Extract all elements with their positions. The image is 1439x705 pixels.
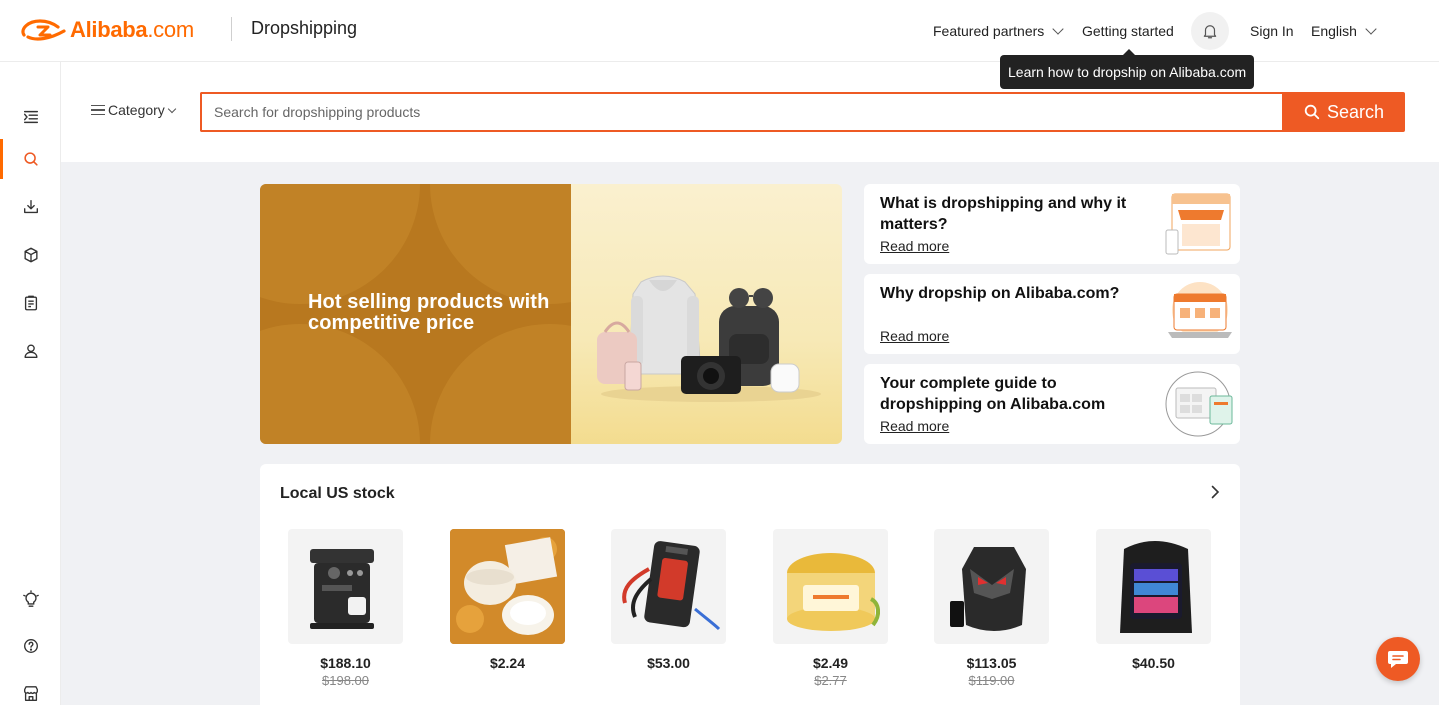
product-original-price: $119.00	[968, 673, 1015, 688]
info-card-complete-guide[interactable]: Your complete guide to dropshipping on A…	[864, 364, 1240, 444]
notifications-button[interactable]	[1191, 0, 1229, 62]
chevron-down-icon	[1365, 23, 1377, 35]
sidebar-item-store[interactable]	[0, 674, 61, 705]
chevron-down-icon	[1052, 23, 1064, 35]
search-button-label: Search	[1326, 101, 1385, 122]
promo-banner[interactable]: Hot selling products with competitive pr…	[260, 184, 842, 444]
language-selector[interactable]: English	[1311, 0, 1377, 62]
product-price: $2.24	[489, 655, 526, 671]
info-card-title: Why dropship on Alibaba.com?	[880, 285, 1120, 302]
section-title[interactable]: Dropshipping	[251, 18, 357, 39]
sidebar-item-tips[interactable]	[0, 579, 61, 619]
product-original-price: $2.77	[814, 673, 847, 688]
read-more-link[interactable]: Read more	[880, 238, 949, 254]
category-label: Category	[108, 102, 165, 118]
search-icon	[23, 152, 38, 166]
local-us-stock-section: Local US stock $188.10 $198.00 $2.24 $53…	[260, 464, 1240, 705]
store-icon	[23, 686, 38, 701]
info-card-why-alibaba[interactable]: Why dropship on Alibaba.com? Read more	[864, 274, 1240, 354]
product-image	[450, 529, 565, 644]
sidebar-item-account[interactable]	[0, 331, 61, 371]
category-dropdown[interactable]: Category	[91, 102, 177, 118]
product-card[interactable]: $188.10 $198.00	[288, 529, 403, 688]
product-image	[1096, 529, 1211, 644]
list-icon	[91, 105, 105, 115]
alibaba-logo-icon	[21, 19, 66, 41]
alibaba-logo[interactable]: Alibaba.com	[18, 14, 194, 46]
sidebar-item-orders[interactable]	[0, 283, 61, 323]
product-card[interactable]: $2.24	[450, 529, 565, 673]
language-label: English	[1311, 23, 1357, 39]
read-more-link[interactable]: Read more	[880, 328, 949, 344]
download-icon	[23, 200, 38, 214]
chat-icon	[1388, 651, 1408, 668]
banner-text-panel: Hot selling products with competitive pr…	[260, 184, 571, 444]
featured-partners-label: Featured partners	[933, 23, 1045, 39]
menu-collapse-icon	[23, 110, 38, 124]
sidebar-item-import[interactable]	[0, 187, 61, 227]
product-image	[288, 529, 403, 644]
lightbulb-icon	[22, 590, 39, 607]
chevron-right-icon[interactable]	[1207, 484, 1223, 500]
laptop-shop-illustration	[1168, 282, 1232, 338]
sign-in-link[interactable]: Sign In	[1250, 0, 1294, 62]
banner-product-image	[571, 184, 842, 444]
online-store-illustration	[1165, 193, 1231, 255]
product-price: $53.00	[647, 655, 690, 671]
user-icon	[23, 344, 38, 358]
product-card[interactable]: $40.50	[1096, 529, 1211, 673]
help-icon	[23, 639, 38, 653]
product-image	[773, 529, 888, 644]
info-card-title: Your complete guide to dropshipping on A…	[880, 375, 1106, 413]
chevron-down-icon	[167, 104, 177, 113]
product-card[interactable]: $113.05 $119.00	[934, 529, 1049, 688]
chat-button[interactable]	[1376, 637, 1420, 681]
sidebar-item-products[interactable]	[0, 235, 61, 275]
info-card-title: What is dropshipping and why it matters?	[880, 195, 1127, 233]
logo-text: Alibaba.com	[70, 17, 194, 42]
banner-products-illustration	[597, 275, 821, 402]
sidebar-item-search[interactable]	[0, 139, 61, 179]
getting-started-tooltip: Learn how to dropship on Alibaba.com	[1000, 49, 1255, 89]
product-price: $2.49	[812, 655, 849, 671]
search-input[interactable]	[200, 92, 1282, 132]
top-header: Alibaba.com Dropshipping Featured partne…	[0, 0, 1439, 62]
product-price: $188.10	[320, 655, 371, 671]
search-button[interactable]: Search	[1282, 92, 1405, 132]
sidebar-collapse-button[interactable]	[0, 97, 61, 137]
clipboard-icon	[24, 295, 37, 311]
featured-partners-menu[interactable]: Featured partners	[933, 0, 1064, 62]
section-title: Local US stock	[280, 485, 395, 502]
guide-illustration	[1165, 371, 1233, 437]
product-original-price: $198.00	[322, 673, 369, 688]
read-more-link[interactable]: Read more	[880, 418, 949, 434]
info-card-what-is-dropshipping[interactable]: What is dropshipping and why it matters?…	[864, 184, 1240, 264]
product-image	[611, 529, 726, 644]
product-price: $113.05	[966, 655, 1017, 671]
box-icon	[23, 247, 38, 263]
bell-icon	[1191, 12, 1229, 50]
product-image	[934, 529, 1049, 644]
sidebar-item-help[interactable]	[0, 626, 61, 666]
banner-headline: Hot selling products with competitive pr…	[308, 291, 550, 334]
left-sidebar	[0, 62, 61, 705]
product-card[interactable]: $2.49 $2.77	[773, 529, 888, 688]
search-icon	[1304, 104, 1320, 120]
product-card[interactable]: $53.00	[611, 529, 726, 673]
product-price: $40.50	[1132, 655, 1175, 671]
header-divider	[231, 17, 232, 41]
